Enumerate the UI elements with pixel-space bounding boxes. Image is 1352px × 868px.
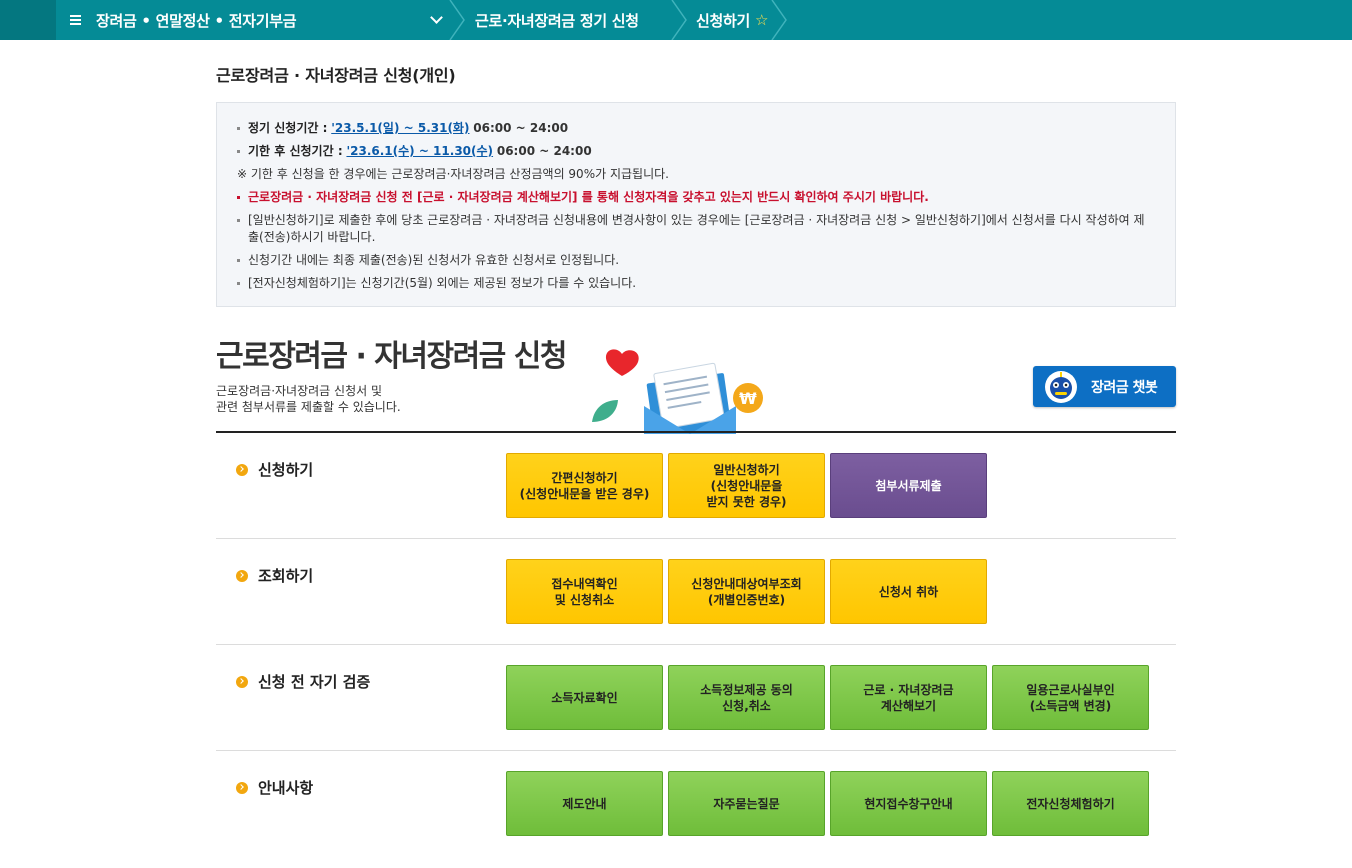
section-self-verify-heading: 신청 전 자기 검증 bbox=[236, 671, 370, 692]
system-guide-button[interactable]: 제도안내 bbox=[506, 771, 663, 836]
simple-apply-button[interactable]: 간편신청하기 (신청안내문을 받은 경우) bbox=[506, 453, 663, 518]
topbar-left-block bbox=[0, 0, 56, 40]
late-period-link[interactable]: '23.6.1(수) ~ 11.30(수) bbox=[346, 144, 493, 158]
hero-description: 근로장려금·자녀장려금 신청서 및 관련 첨부서류를 제출할 수 있습니다. bbox=[216, 383, 456, 415]
robot-chatbot-icon bbox=[1045, 370, 1077, 403]
late-period-label: 기한 후 신청기간 : bbox=[248, 144, 343, 158]
svg-text:₩: ₩ bbox=[739, 389, 757, 408]
late-application-note: ※ 기한 후 신청을 한 경우에는 근로장려금·자녀장려금 산정금액의 90%가… bbox=[237, 167, 669, 181]
section-inquiry-heading: 조회하기 bbox=[236, 565, 313, 586]
main-menu-label: 장려금 • 연말정산 • 전자기부금 bbox=[96, 11, 297, 30]
page-title: 근로장려금 · 자녀장려금 신청(개인) bbox=[216, 66, 456, 85]
income-data-check-button[interactable]: 소득자료확인 bbox=[506, 665, 663, 730]
regular-period-label: 정기 신청기간 : bbox=[248, 121, 328, 135]
main-menu-dropdown[interactable]: 장려금 • 연말정산 • 전자기부금 bbox=[56, 0, 450, 40]
eligibility-warning-text: 근로장려금 · 자녀장려금 신청 전 [근로 · 자녀장려금 계산해보기] 를 … bbox=[248, 190, 929, 204]
daily-work-denial-button[interactable]: 일용근로사실부인 (소득금액 변경) bbox=[992, 665, 1149, 730]
attach-documents-button[interactable]: 첨부서류제출 bbox=[830, 453, 987, 518]
bullet-arrow-icon bbox=[236, 569, 248, 582]
income-consent-button[interactable]: 소득정보제공 동의 신청,취소 bbox=[668, 665, 825, 730]
e-application-trial-button[interactable]: 전자신청체험하기 bbox=[992, 771, 1149, 836]
calculate-button[interactable]: 근로 · 자녀장려금 계산해보기 bbox=[830, 665, 987, 730]
regular-period-link[interactable]: '23.5.1(일) ~ 5.31(화) bbox=[331, 121, 469, 135]
withdraw-application-button[interactable]: 신청서 취하 bbox=[830, 559, 987, 624]
section-apply-label: 신청하기 bbox=[258, 461, 314, 479]
section-self-verify-label: 신청 전 자기 검증 bbox=[258, 673, 371, 691]
envelope-illustration-icon: ₩ bbox=[592, 349, 763, 434]
late-period-time: 06:00 ~ 24:00 bbox=[496, 144, 592, 158]
section-inquiry-label: 조회하기 bbox=[258, 567, 314, 585]
notice-item-trial: [전자신청체험하기]는 신청기간(5월) 외에는 제공된 정보가 다를 수 있습… bbox=[237, 275, 1155, 292]
bullet-arrow-icon bbox=[236, 781, 248, 794]
section-apply-heading: 신청하기 bbox=[236, 459, 313, 480]
eligibility-warning: 근로장려금 · 자녀장려금 신청 전 [근로 · 자녀장려금 계산해보기] 를 … bbox=[237, 189, 1155, 206]
breadcrumb-separator-icon bbox=[449, 0, 465, 40]
late-period-line: 기한 후 신청기간 : '23.6.1(수) ~ 11.30(수) 06:00 … bbox=[237, 143, 1155, 160]
hero-desc-line-2: 관련 첨부서류를 제출할 수 있습니다. bbox=[216, 400, 401, 414]
breadcrumb-1-label: 근로·자녀장려금 정기 신청 bbox=[475, 11, 639, 30]
hamburger-menu-icon bbox=[70, 14, 82, 26]
star-outline-icon[interactable]: ☆ bbox=[755, 11, 768, 29]
regular-period-time: 06:00 ~ 24:00 bbox=[473, 121, 569, 135]
notice-item-change: [일반신청하기]로 제출한 후에 당초 근로장려금 · 자녀장려금 신청내용에 … bbox=[237, 212, 1155, 246]
general-apply-button[interactable]: 일반신청하기 (신청안내문을 받지 못한 경우) bbox=[668, 453, 825, 518]
faq-button[interactable]: 자주묻는질문 bbox=[668, 771, 825, 836]
section-guide-heading: 안내사항 bbox=[236, 777, 313, 798]
notice-box: 정기 신청기간 : '23.5.1(일) ~ 5.31(화) 06:00 ~ 2… bbox=[216, 102, 1176, 307]
chatbot-label: 장려금 챗봇 bbox=[1091, 379, 1158, 396]
section-guide-label: 안내사항 bbox=[258, 779, 314, 797]
chevron-down-icon bbox=[430, 11, 443, 24]
breadcrumb-apply[interactable]: 신청하기 ☆ bbox=[696, 0, 768, 40]
breadcrumb-regular-application[interactable]: 근로·자녀장려금 정기 신청 bbox=[475, 0, 639, 40]
hero-desc-line-1: 근로장려금·자녀장려금 신청서 및 bbox=[216, 384, 383, 398]
notice-item-valid: 신청기간 내에는 최종 제출(전송)된 신청서가 유효한 신청서로 인정됩니다. bbox=[237, 252, 1155, 269]
section-inquiry: 조회하기 접수내역확인 및 신청취소 신청안내대상여부조회 (개별인증번호) 신… bbox=[216, 539, 1176, 645]
section-guide: 안내사항 제도안내 자주묻는질문 현지접수창구안내 전자신청체험하기 bbox=[216, 751, 1176, 857]
hero-title: 근로장려금 · 자녀장려금 신청 bbox=[216, 339, 567, 374]
local-counter-button[interactable]: 현지접수창구안내 bbox=[830, 771, 987, 836]
regular-period-line: 정기 신청기간 : '23.5.1(일) ~ 5.31(화) 06:00 ~ 2… bbox=[237, 120, 1155, 137]
section-self-verify: 신청 전 자기 검증 소득자료확인 소득정보제공 동의 신청,취소 근로 · 자… bbox=[216, 645, 1176, 751]
chatbot-button[interactable]: 장려금 챗봇 bbox=[1033, 366, 1176, 407]
breadcrumb-separator-icon bbox=[771, 0, 787, 40]
bullet-arrow-icon bbox=[236, 675, 248, 688]
eligibility-lookup-button[interactable]: 신청안내대상여부조회 (개별인증번호) bbox=[668, 559, 825, 624]
bullet-arrow-icon bbox=[236, 463, 248, 476]
breadcrumb-separator-icon bbox=[671, 0, 687, 40]
receipt-check-button[interactable]: 접수내역확인 및 신청취소 bbox=[506, 559, 663, 624]
top-navigation-bar: 장려금 • 연말정산 • 전자기부금 근로·자녀장려금 정기 신청 신청하기 ☆ bbox=[0, 0, 1352, 40]
section-apply: 신청하기 간편신청하기 (신청안내문을 받은 경우) 일반신청하기 (신청안내문… bbox=[216, 433, 1176, 539]
breadcrumb-2-label: 신청하기 bbox=[696, 11, 751, 30]
